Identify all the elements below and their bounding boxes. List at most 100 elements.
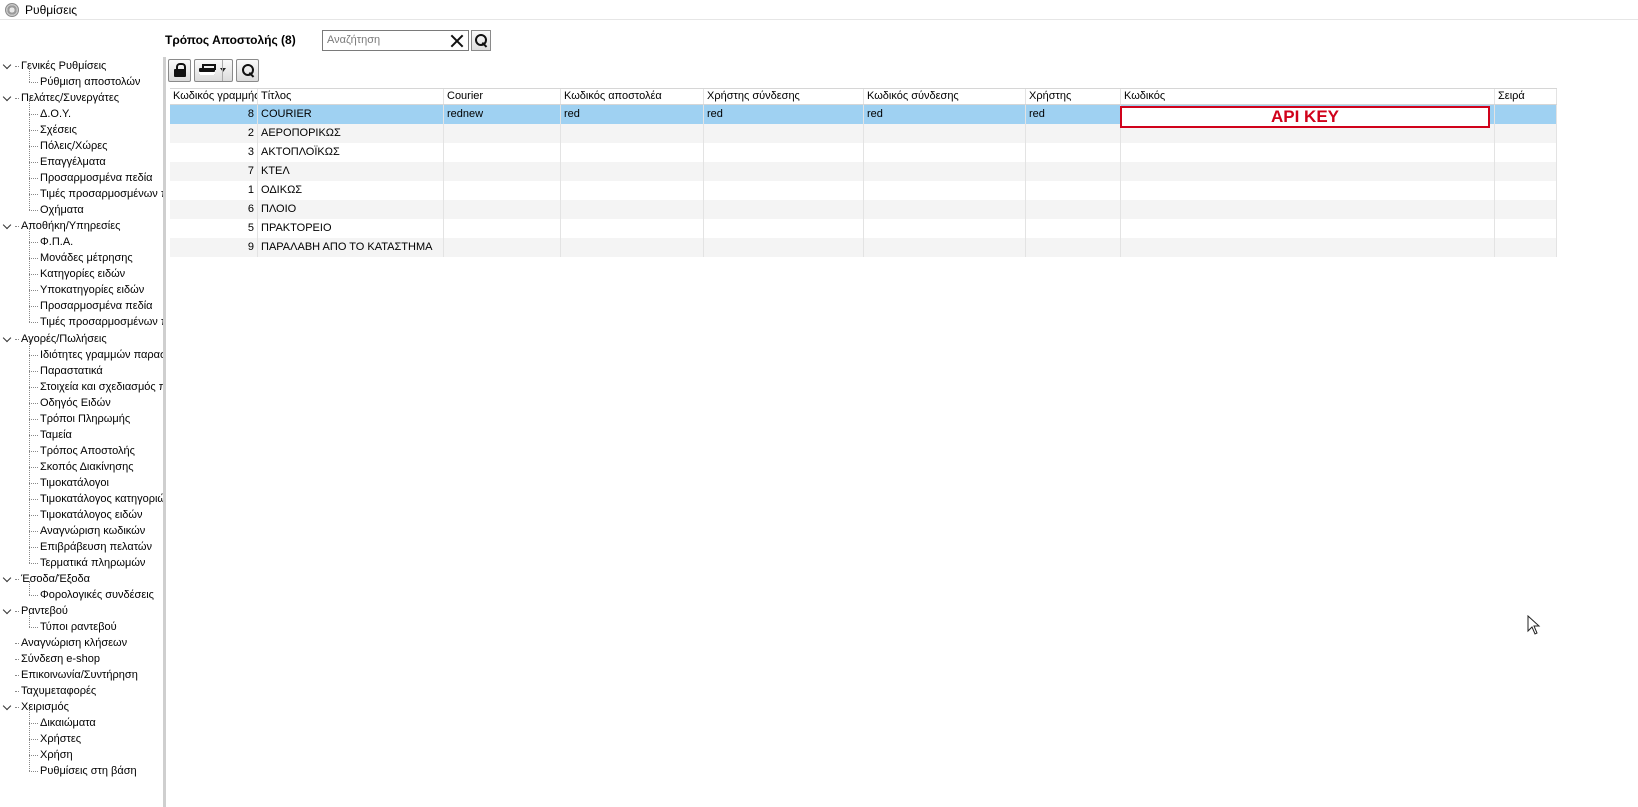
chevron-down-icon[interactable]	[220, 68, 226, 72]
tree-item[interactable]: Σκοπός Διακίνησης	[0, 459, 163, 475]
table-cell[interactable]	[1121, 219, 1495, 238]
table-cell[interactable]: ΑΕΡΟΠΟΡΙΚΩΣ	[258, 124, 444, 143]
table-cell[interactable]	[1026, 238, 1121, 257]
tree-group[interactable]: Αναγνώριση κλήσεων	[0, 635, 163, 651]
chevron-down-icon[interactable]	[2, 60, 12, 70]
table-cell[interactable]	[444, 200, 561, 219]
table-cell[interactable]	[704, 219, 864, 238]
tree-item[interactable]: Σχέσεις	[0, 122, 163, 138]
tree-item[interactable]: Τιμοκατάλογος κατηγοριώ	[0, 491, 163, 507]
table-cell[interactable]	[864, 124, 1026, 143]
table-cell[interactable]	[704, 143, 864, 162]
table-cell[interactable]	[561, 200, 704, 219]
tree-item[interactable]: Τιμές προσαρμοσμένων π	[0, 186, 163, 202]
chevron-down-icon[interactable]	[2, 573, 12, 583]
table-cell[interactable]: 7	[170, 162, 258, 181]
table-row[interactable]: 6 ΠΛΟΙΟ	[170, 200, 1557, 219]
column-header[interactable]: Κωδικός σύνδεσης	[864, 89, 1026, 104]
table-cell[interactable]	[704, 200, 864, 219]
table-cell[interactable]: red	[561, 105, 704, 124]
tree-item[interactable]: Δικαιώματα	[0, 715, 163, 731]
table-cell[interactable]	[1026, 124, 1121, 143]
table-cell[interactable]	[444, 181, 561, 200]
table-cell[interactable]: 1	[170, 181, 258, 200]
chevron-down-icon[interactable]	[2, 221, 12, 230]
table-cell[interactable]: red	[704, 105, 864, 124]
table-cell[interactable]	[444, 124, 561, 143]
table-cell[interactable]	[561, 124, 704, 143]
table-cell[interactable]	[561, 238, 704, 257]
print-button[interactable]	[194, 58, 233, 82]
table-cell[interactable]	[1495, 200, 1557, 219]
column-header[interactable]: Κωδικός γραμμής	[170, 89, 258, 104]
column-header[interactable]: Κωδικός αποστολέα	[561, 89, 704, 104]
table-cell[interactable]	[1495, 143, 1557, 162]
table-cell[interactable]	[1026, 143, 1121, 162]
table-cell[interactable]	[1026, 162, 1121, 181]
table-cell[interactable]: red	[864, 105, 1026, 124]
table-cell[interactable]: ΠΡΑΚΤΟΡΕΙΟ	[258, 219, 444, 238]
table-cell[interactable]: 6	[170, 200, 258, 219]
find-button[interactable]	[236, 58, 259, 82]
tree-group[interactable]: Επικοινωνία/Συντήρηση	[0, 667, 163, 683]
table-row[interactable]: 7 ΚΤΕΛ	[170, 162, 1557, 181]
tree-item[interactable]: Χρήστες	[0, 731, 163, 747]
tree-item[interactable]: Οχήματα	[0, 202, 163, 218]
table-cell[interactable]	[1121, 200, 1495, 219]
table-cell[interactable]	[704, 124, 864, 143]
tree-group[interactable]: Πελάτες/Συνεργάτες	[0, 90, 163, 106]
tree-group[interactable]: Αγορές/Πωλήσεις	[0, 331, 163, 347]
tree-item[interactable]: Τρόπος Αποστολής	[0, 443, 163, 459]
tree-item[interactable]: Μονάδες μέτρησης	[0, 250, 163, 266]
tree-item[interactable]: Προσαρμοσμένα πεδία	[0, 170, 163, 186]
tree-group[interactable]: Ταχυμεταφορές	[0, 683, 163, 699]
chevron-down-icon[interactable]	[2, 701, 12, 711]
tree-group[interactable]: Έσοδα/Έξοδα	[0, 571, 163, 587]
table-cell[interactable]	[864, 181, 1026, 200]
tree-item[interactable]: Ρύθμιση αποστολών	[0, 74, 163, 90]
lock-button[interactable]	[168, 58, 191, 82]
table-cell[interactable]	[1121, 162, 1495, 181]
tree-item[interactable]: Στοιχεία και σχεδιασμός π	[0, 379, 163, 395]
tree-group[interactable]: Γενικές Ρυθμίσεις	[0, 58, 163, 74]
tree-item[interactable]: Επιβράβευση πελατών	[0, 539, 163, 555]
table-cell[interactable]	[704, 181, 864, 200]
table-cell[interactable]	[1495, 105, 1557, 124]
table-cell[interactable]: 3	[170, 143, 258, 162]
column-header[interactable]: Courier	[444, 89, 561, 104]
tree-item[interactable]: Φορολογικές συνδέσεις	[0, 587, 163, 603]
tree-item[interactable]: Τύποι ραντεβού	[0, 619, 163, 635]
column-header[interactable]: Σειρά	[1495, 89, 1557, 104]
tree-item[interactable]: Κατηγορίες ειδών	[0, 266, 163, 282]
table-row[interactable]: 5 ΠΡΑΚΤΟΡΕΙΟ	[170, 219, 1557, 238]
table-cell[interactable]	[1026, 181, 1121, 200]
tree-item[interactable]: Τερματικά πληρωμών	[0, 555, 163, 571]
chevron-down-icon[interactable]	[2, 92, 12, 102]
search-input[interactable]	[323, 30, 443, 50]
table-cell[interactable]	[561, 181, 704, 200]
table-cell[interactable]	[561, 219, 704, 238]
table-row[interactable]: 3 ΑΚΤΟΠΛΟΪΚΩΣ	[170, 143, 1557, 162]
table-cell[interactable]	[1495, 124, 1557, 143]
tree-item[interactable]: Παραστατικά	[0, 363, 163, 379]
table-cell[interactable]	[864, 200, 1026, 219]
tree-item[interactable]: Χρήση	[0, 747, 163, 763]
column-header[interactable]: Τίτλος	[258, 89, 444, 104]
column-header[interactable]: Χρήστης σύνδεσης	[704, 89, 864, 104]
tree-item[interactable]: Τιμοκατάλογοι	[0, 475, 163, 491]
table-cell[interactable]	[1026, 200, 1121, 219]
tree-group[interactable]: Αποθήκη/Υπηρεσίες	[0, 218, 163, 234]
tree-group[interactable]: Σύνδεση e-shop	[0, 651, 163, 667]
tree-group[interactable]: Ραντεβού	[0, 603, 163, 619]
table-cell[interactable]	[864, 162, 1026, 181]
table-cell[interactable]	[704, 162, 864, 181]
table-cell[interactable]	[1495, 238, 1557, 257]
table-cell[interactable]	[1495, 162, 1557, 181]
tree-item[interactable]: Φ.Π.Α.	[0, 234, 163, 250]
table-cell[interactable]	[561, 143, 704, 162]
table-cell[interactable]: ΠΑΡΑΛΑΒΗ ΑΠΟ ΤΟ ΚΑΤΑΣΤΗΜΑ	[258, 238, 444, 257]
tree-item[interactable]: Αναγνώριση κωδικών	[0, 523, 163, 539]
table-cell[interactable]: ΚΤΕΛ	[258, 162, 444, 181]
table-cell[interactable]	[864, 219, 1026, 238]
tree-item[interactable]: Υποκατηγορίες ειδών	[0, 282, 163, 298]
